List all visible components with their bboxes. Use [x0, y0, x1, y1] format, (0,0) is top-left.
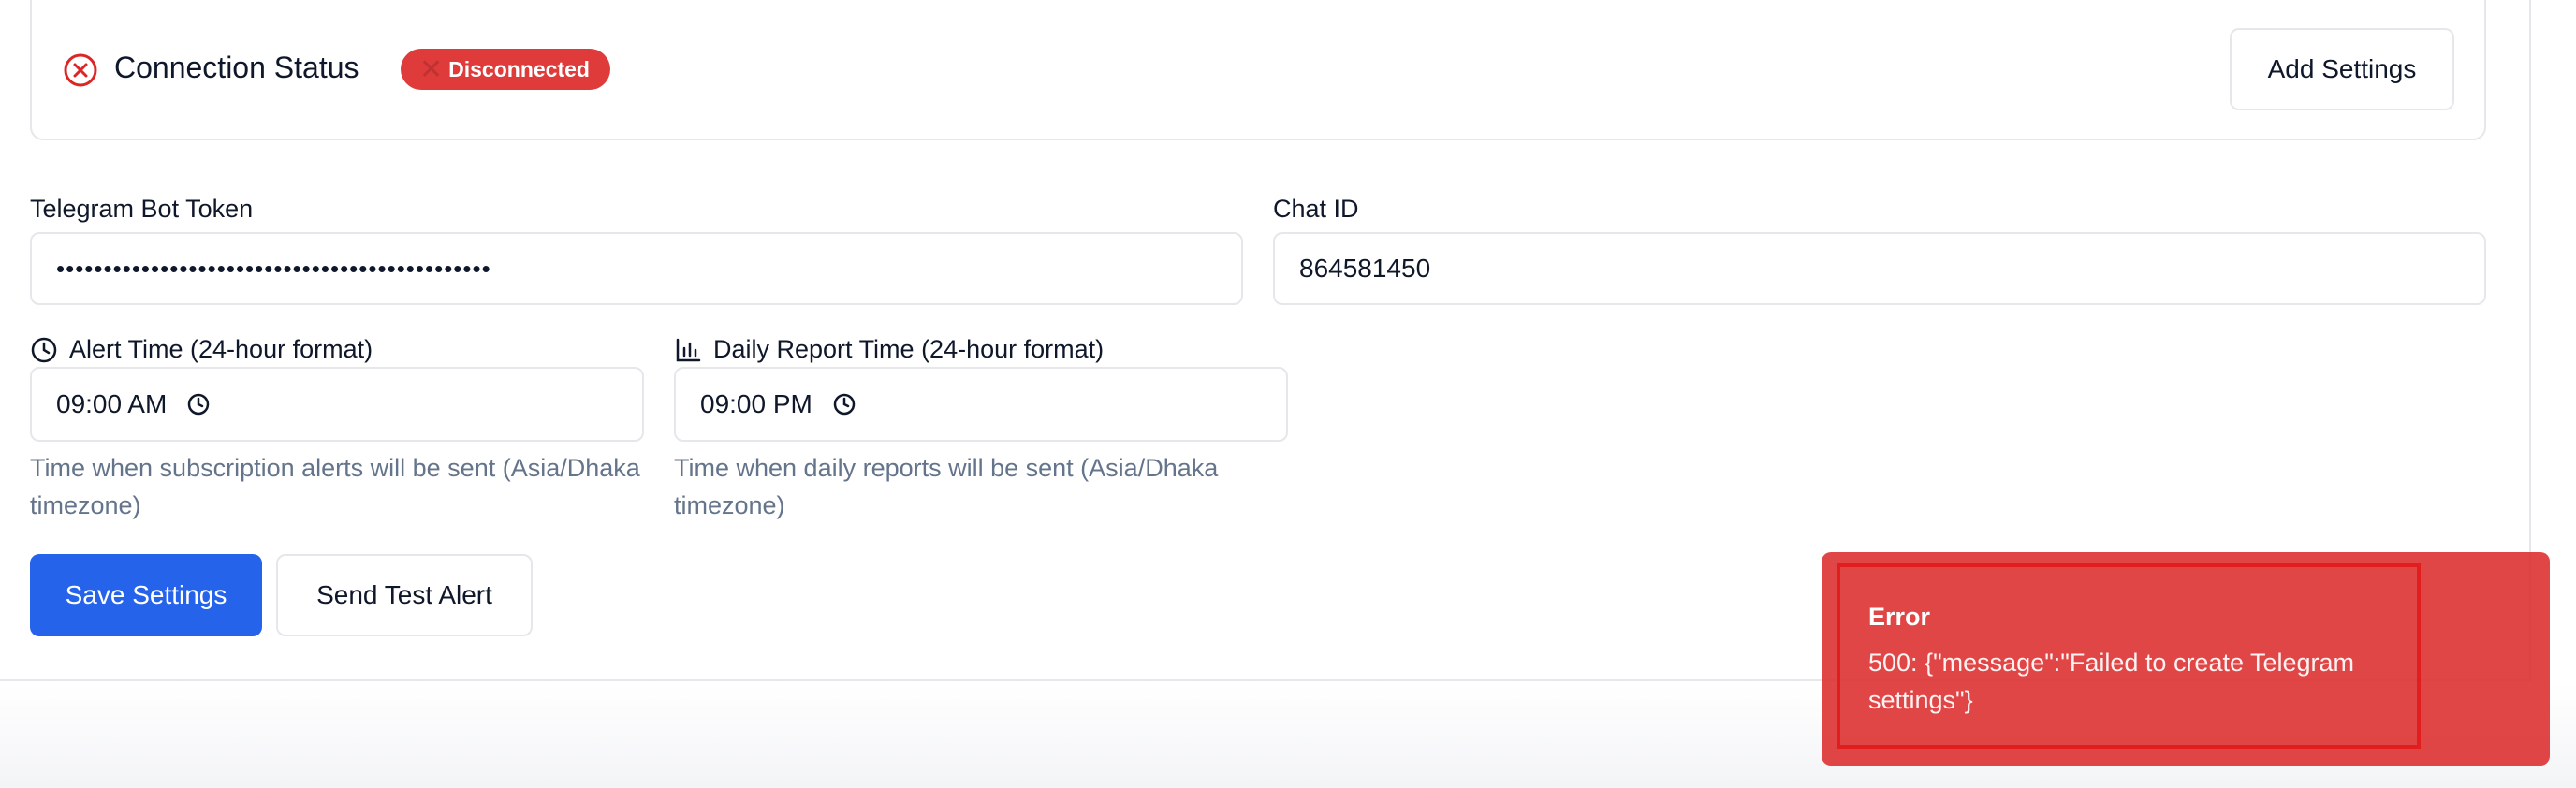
clock-icon[interactable] — [185, 391, 212, 417]
report-time-help: Time when daily reports will be sent (As… — [674, 454, 1219, 519]
chat-id-label: Chat ID — [1273, 195, 1359, 223]
send-test-alert-button[interactable]: Send Test Alert — [276, 554, 533, 636]
x-circle-icon — [64, 53, 97, 87]
x-icon: ✕ — [419, 53, 444, 85]
bot-token-input[interactable]: ••••••••••••••••••••••••••••••••••••••••… — [30, 232, 1243, 305]
report-time-label: Daily Report Time (24-hour format) — [674, 335, 1104, 364]
status-badge-label: Disconnected — [448, 56, 590, 81]
toast-title: Error — [1868, 603, 1931, 631]
chat-id-input[interactable]: 864581450 — [1273, 232, 2486, 305]
alert-time-input[interactable]: 09:00 AM — [30, 367, 644, 442]
bot-token-label: Telegram Bot Token — [30, 195, 254, 223]
report-time-value: 09:00 PM — [700, 389, 812, 418]
alert-time-value: 09:00 AM — [56, 389, 168, 418]
alert-time-label-text: Alert Time (24-hour format) — [69, 335, 373, 363]
report-time-input[interactable]: 09:00 PM — [674, 367, 1288, 442]
alert-time-help: Time when subscription alerts will be se… — [30, 454, 640, 519]
status-badge: ✕ Disconnected — [401, 49, 610, 90]
toast-message: 500: {"message":"Failed to create Telegr… — [1868, 649, 2355, 714]
add-settings-button[interactable]: Add Settings — [2230, 28, 2454, 110]
alert-time-label: Alert Time (24-hour format) — [30, 335, 373, 364]
save-settings-button[interactable]: Save Settings — [30, 554, 262, 636]
connection-status-title: Connection Status — [114, 51, 359, 84]
report-time-label-text: Daily Report Time (24-hour format) — [713, 335, 1105, 363]
clock-icon[interactable] — [831, 391, 857, 417]
clock-icon — [31, 337, 57, 362]
bar-chart-icon — [676, 338, 701, 361]
connection-status-card — [30, 0, 2486, 140]
